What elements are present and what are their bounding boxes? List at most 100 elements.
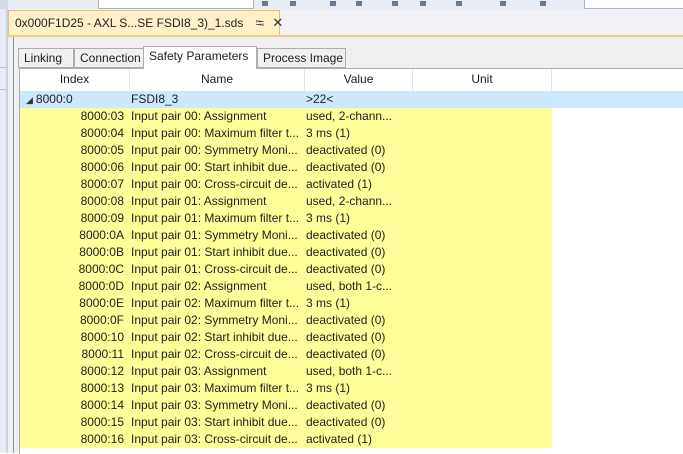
tab-connection[interactable]: Connection [74,48,144,68]
index-cell: 8000:0C [78,262,124,276]
table-row[interactable]: 8000:0E Input pair 02: Maximum filter t..… [20,295,683,312]
name-cell: Input pair 02: Cross-circuit de... [131,347,298,361]
name-cell: Input pair 02: Assignment [131,279,267,293]
table-row[interactable]: 8000:10 Input pair 02: Start inhibit due.… [20,329,683,346]
toolbar-search[interactable] [584,0,683,9]
table-row[interactable]: 8000:11 Input pair 02: Cross-circuit de..… [20,346,683,363]
toolbar-edge [0,0,8,9]
value-cell: deactivated (0) [306,398,386,412]
document-border [13,37,14,453]
table-row[interactable]: 8000:07 Input pair 00: Cross-circuit de..… [20,176,683,193]
name-cell: Input pair 03: Start inhibit due... [131,415,298,429]
index-cell: 8000:08 [80,194,124,208]
column-header-name[interactable]: Name [130,69,305,91]
name-cell: Input pair 02: Symmetry Moni... [131,313,298,327]
toolbar-icon[interactable] [330,1,336,6]
tab-safety-parameters[interactable]: Safety Parameters [143,46,257,69]
table-row[interactable]: 8000:13 Input pair 03: Maximum filter t..… [20,380,683,397]
name-cell: Input pair 00: Start inhibit due... [131,160,298,174]
table-row[interactable]: 8000:16 Input pair 03: Cross-circuit de..… [20,431,683,448]
row-empty-area [552,108,683,125]
toolbar-icon[interactable] [500,1,506,6]
group-index-cell: ◢ 8000:0 [20,91,124,108]
table-row[interactable]: 8000:0F Input pair 02: Symmetry Moni... de… [20,312,683,329]
name-cell: Input pair 03: Cross-circuit de... [131,432,298,446]
toolbar-icon[interactable] [540,1,546,6]
close-icon[interactable]: ✕ [272,11,283,35]
name-cell: Input pair 03: Assignment [131,364,267,378]
column-header-unit[interactable]: Unit [413,69,552,91]
name-cell: Input pair 00: Maximum filter t... [131,126,300,140]
toolbar-icon[interactable] [290,1,296,6]
table-row[interactable]: 8000:06 Input pair 00: Start inhibit due.… [20,159,683,176]
table-row[interactable]: 8000:15 Input pair 03: Start inhibit due.… [20,414,683,431]
row-empty-area [552,176,683,193]
index-cell: 8000:12 [80,364,124,378]
group-row[interactable]: ◢ 8000:0 FSDI8_3 >22< [20,91,683,108]
row-empty-area [552,278,683,295]
value-cell: deactivated (0) [306,245,386,259]
index-cell: 8000:10 [80,330,124,344]
pin-icon[interactable]: ⭾ [256,12,264,36]
index-cell: 8000:04 [80,126,124,140]
table-row[interactable]: 8000:0A Input pair 01: Symmetry Moni... de… [20,227,683,244]
index-cell: 8000:15 [80,415,124,429]
toolbar-icon[interactable] [262,1,268,6]
toolbar-icon[interactable] [356,1,362,6]
table-row[interactable]: 8000:0D Input pair 02: Assignment used, bo… [20,278,683,295]
row-empty-area [552,414,683,431]
toolbar-icon[interactable] [456,1,462,6]
name-cell: Input pair 03: Symmetry Moni... [131,398,298,412]
table-row[interactable]: 8000:04 Input pair 00: Maximum filter t..… [20,125,683,142]
toolbar-icon[interactable] [392,1,398,6]
value-cell: used, both 1-c... [306,364,393,378]
value-cell: used, both 1-c... [306,279,393,293]
table-row[interactable]: 8000:14 Input pair 03: Symmetry Moni... de… [20,397,683,414]
value-cell: deactivated (0) [306,330,386,344]
name-cell: Input pair 01: Symmetry Moni... [131,228,298,242]
toolbar-combo[interactable] [98,0,254,9]
document-tab[interactable]: 0x000F1D25 - AXL S...SE FSDI8_3)_1.sds ⭾… [8,10,283,36]
value-cell: activated (1) [306,177,373,191]
group-name: FSDI8_3 [131,92,179,106]
value-cell: deactivated (0) [306,347,386,361]
table-row[interactable]: 8000:12 Input pair 03: Assignment used, bo… [20,363,683,380]
row-empty-area [552,346,683,363]
value-cell: deactivated (0) [306,262,386,276]
group-value: >22< [306,92,334,106]
name-cell: Input pair 00: Assignment [131,109,267,123]
index-cell: 8000:13 [80,381,124,395]
row-empty-area [552,244,683,261]
name-cell: Input pair 02: Maximum filter t... [131,296,300,310]
table-row[interactable]: 8000:09 Input pair 01: Maximum filter t..… [20,210,683,227]
name-cell: Input pair 01: Assignment [131,194,267,208]
column-header-value[interactable]: Value [305,69,413,91]
toolbar-icon[interactable] [420,1,426,6]
row-empty-area [552,159,683,176]
index-cell: 8000:03 [80,109,124,123]
name-cell: Input pair 03: Maximum filter t... [131,381,300,395]
name-cell: Input pair 01: Cross-circuit de... [131,262,298,276]
document-tab-bar: 0x000F1D25 - AXL S...SE FSDI8_3)_1.sds ⭾… [8,9,683,37]
row-empty-area [552,397,683,414]
table-row[interactable]: 8000:03 Input pair 00: Assignment used, 2-… [20,108,683,125]
row-empty-area [552,142,683,159]
index-cell: 8000:05 [80,143,124,157]
table-row[interactable]: 8000:0C Input pair 01: Cross-circuit de..… [20,261,683,278]
index-cell: 8000:09 [80,211,124,225]
index-cell: 8000:14 [80,398,124,412]
table-row[interactable]: 8000:08 Input pair 01: Assignment used, 2-… [20,193,683,210]
toolbar-strip [0,0,683,9]
row-empty-area [552,329,683,346]
tab-linking[interactable]: Linking [18,48,74,68]
value-cell: deactivated (0) [306,143,386,157]
table-row[interactable]: 8000:05 Input pair 00: Symmetry Moni... de… [20,142,683,159]
collapse-arrow-icon[interactable]: ◢ [26,95,33,105]
tab-process-image[interactable]: Process Image [257,48,346,68]
index-cell: 8000:0E [79,296,124,310]
index-cell: 8000:0F [79,313,124,327]
column-header-index[interactable]: Index [20,69,130,91]
name-cell: Input pair 01: Start inhibit due... [131,245,298,259]
index-cell: 8000:16 [80,432,124,446]
table-row[interactable]: 8000:0B Input pair 01: Start inhibit due.… [20,244,683,261]
